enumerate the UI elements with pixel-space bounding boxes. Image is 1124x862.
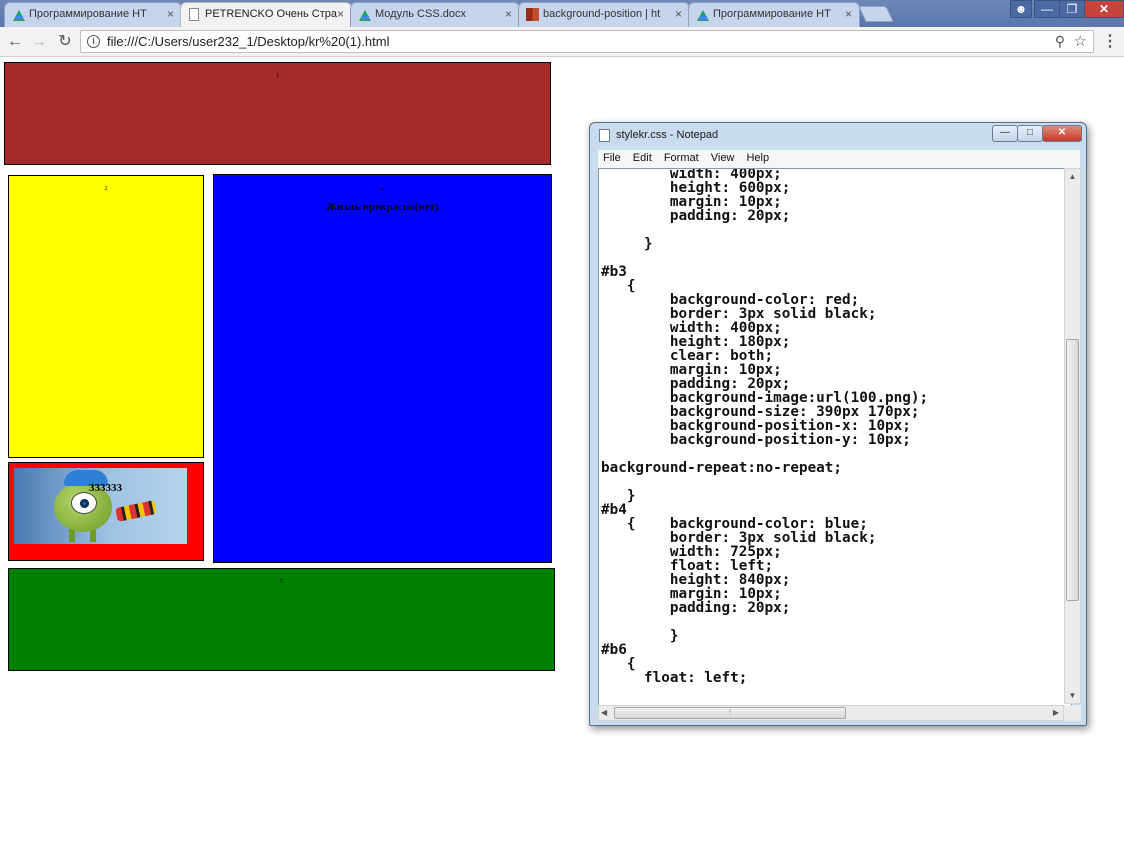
notepad-minimize-button[interactable]: —	[992, 125, 1018, 142]
block-label: 5	[280, 579, 283, 585]
notepad-file-icon	[599, 129, 610, 142]
forward-arrow-icon[interactable]: →	[28, 31, 50, 53]
browser-tab[interactable]: background-position | ht ×	[518, 2, 690, 27]
menu-format[interactable]: Format	[660, 150, 703, 167]
browser-tab[interactable]: Модуль CSS.docx ×	[350, 2, 520, 27]
browser-tab[interactable]: Программирование HT ×	[688, 2, 860, 27]
notepad-text-area[interactable]: width: 400px; height: 600px; margin: 10p…	[598, 168, 1072, 706]
block-label: 2	[104, 186, 108, 192]
browser-tab[interactable]: Программирование HT ×	[4, 2, 182, 27]
zoom-icon[interactable]: ⚲	[1055, 31, 1065, 52]
close-icon[interactable]: ×	[505, 3, 512, 26]
browser-toolbar: ← → ↻ i file:///C:/Users/user232_1/Deskt…	[0, 27, 1124, 57]
menu-file[interactable]: File	[599, 150, 625, 167]
tab-strip: Программирование HT × PETRENCKO Очень Ст…	[0, 0, 1124, 27]
block-label: 333333	[89, 482, 122, 494]
restore-button[interactable]: ❐	[1059, 0, 1085, 18]
background-image	[14, 468, 187, 544]
block-heading: Жизнь прекрасна(нет)	[326, 201, 439, 213]
close-icon[interactable]: ×	[675, 3, 682, 26]
info-icon[interactable]: i	[87, 35, 100, 48]
block-label: 1	[276, 73, 279, 79]
new-tab-button[interactable]	[858, 6, 894, 22]
block-b2: 2	[8, 175, 204, 458]
block-b1: 1	[4, 62, 551, 165]
user-icon[interactable]: ☻	[1010, 0, 1032, 18]
vertical-scrollbar[interactable]: ▲ ▼	[1064, 168, 1081, 704]
menu-kebab-icon[interactable]: ⋮	[1102, 31, 1118, 53]
block-b5: 5	[8, 568, 555, 671]
close-icon[interactable]: ×	[167, 3, 174, 26]
notepad-title: stylekr.css - Notepad	[616, 129, 719, 141]
menu-view[interactable]: View	[707, 150, 739, 167]
bookmark-star-icon[interactable]: ☆	[1074, 31, 1087, 52]
css-code: width: 400px; height: 600px; margin: 10p…	[601, 168, 929, 686]
notepad-maximize-button[interactable]: □	[1017, 125, 1043, 142]
notepad-menubar: File Edit Format View Help	[598, 150, 1080, 168]
horizontal-scrollbar[interactable]: ◀ ⋮ ▶	[598, 705, 1064, 721]
block-b3: 333333	[8, 462, 204, 561]
close-window-button[interactable]: ✕	[1084, 0, 1124, 18]
block-label: 4	[381, 187, 384, 193]
drive-icon	[359, 10, 371, 21]
page-icon	[189, 8, 199, 21]
notepad-window[interactable]: stylekr.css - Notepad — □ ✕ File Edit Fo…	[589, 122, 1087, 726]
scroll-down-icon[interactable]: ▼	[1065, 688, 1080, 703]
mdn-icon	[526, 8, 539, 21]
close-icon[interactable]: ×	[337, 3, 344, 26]
menu-help[interactable]: Help	[742, 150, 773, 167]
address-bar[interactable]: i file:///C:/Users/user232_1/Desktop/kr%…	[80, 30, 1094, 53]
drive-icon	[13, 10, 25, 21]
scroll-right-icon[interactable]: ▶	[1053, 706, 1059, 720]
url-text: file:///C:/Users/user232_1/Desktop/kr%20…	[107, 34, 390, 49]
tab-title: PETRENCKO Очень Стра	[205, 8, 337, 20]
drive-icon	[697, 10, 709, 21]
back-arrow-icon[interactable]: ←	[4, 31, 26, 53]
reload-icon[interactable]: ↻	[54, 31, 76, 53]
menu-edit[interactable]: Edit	[629, 150, 656, 167]
block-b4: 4 Жизнь прекрасна(нет)	[213, 174, 552, 563]
scroll-thumb[interactable]	[1066, 339, 1079, 601]
tab-title: Программирование HT	[29, 8, 147, 20]
scroll-left-icon[interactable]: ◀	[601, 706, 607, 720]
minimize-button[interactable]: —	[1034, 0, 1060, 18]
tab-title: background-position | ht	[543, 8, 661, 20]
scroll-up-icon[interactable]: ▲	[1065, 169, 1080, 184]
notepad-close-button[interactable]: ✕	[1042, 125, 1082, 142]
browser-tab-active[interactable]: PETRENCKO Очень Стра ×	[180, 2, 352, 27]
tab-title: Модуль CSS.docx	[375, 8, 466, 20]
scroll-thumb-horizontal[interactable]: ⋮	[614, 707, 846, 719]
resize-grip[interactable]	[1064, 705, 1081, 721]
tab-title: Программирование HT	[713, 8, 831, 20]
close-icon[interactable]: ×	[845, 3, 852, 26]
